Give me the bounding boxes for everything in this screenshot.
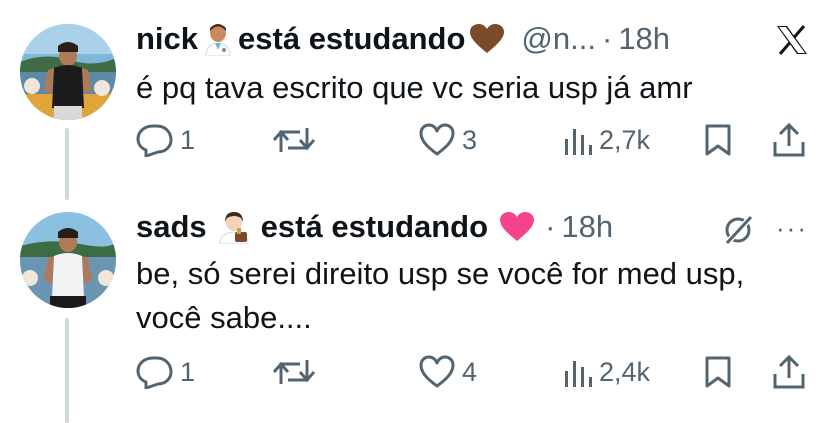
views-count: 2,7k [599, 124, 651, 155]
bookmark-icon [705, 124, 731, 156]
separator-dot: · [545, 209, 556, 244]
avatar[interactable] [20, 212, 116, 308]
avatar[interactable] [20, 24, 116, 120]
student-emoji-icon [217, 210, 251, 244]
like-button[interactable]: 3 [418, 120, 477, 160]
repost-button[interactable] [272, 352, 322, 392]
views-button[interactable]: 2,7k [563, 120, 650, 160]
bookmark-button[interactable] [703, 352, 733, 392]
reply-count: 1 [180, 356, 196, 387]
timestamp[interactable]: 18h [561, 209, 613, 245]
bookmark-icon [705, 356, 731, 388]
like-count: 4 [462, 356, 478, 387]
repost-icon [272, 128, 316, 152]
timestamp[interactable]: 18h [618, 21, 670, 57]
reply-button[interactable]: 1 [136, 120, 195, 160]
grok-icon[interactable] [718, 210, 758, 250]
tweet[interactable]: sads está estudando · 18h ··· be, só ser… [0, 200, 828, 423]
handle[interactable]: @n... [521, 21, 596, 57]
status-text: está estudando [260, 209, 489, 244]
brown-heart-icon [470, 24, 505, 54]
separator-dot: · [601, 21, 613, 56]
share-button[interactable] [772, 120, 806, 160]
bookmark-button[interactable] [703, 120, 733, 160]
pink-heart-icon [500, 212, 535, 242]
share-button[interactable] [772, 352, 806, 392]
tweet-text: é pq tava escrito que vc seria usp já am… [136, 70, 693, 105]
tweet[interactable]: nick está estudando @n... · 18h é pq tav… [0, 0, 828, 200]
tweet-header: nick está estudando @n... · 18h [136, 21, 670, 57]
reply-button[interactable]: 1 [136, 352, 195, 392]
x-logo-icon[interactable] [772, 20, 812, 60]
tweet-text: be, só serei direito usp se você for med… [136, 256, 745, 335]
heart-outline-icon [419, 123, 455, 156]
action-bar: 1 3 2,7k [136, 120, 812, 160]
views-button[interactable]: 2,4k [563, 352, 650, 392]
share-icon [773, 354, 805, 389]
repost-button[interactable] [272, 120, 322, 160]
views-chart-icon [565, 129, 592, 155]
like-count: 3 [462, 124, 478, 155]
views-chart-icon [565, 361, 592, 387]
thread: nick está estudando @n... · 18h é pq tav… [0, 0, 828, 423]
share-icon [773, 122, 805, 157]
health-worker-emoji-icon [203, 22, 233, 56]
reply-icon [136, 356, 173, 389]
heart-outline-icon [419, 355, 455, 388]
more-options-button[interactable]: ··· [772, 210, 812, 246]
views-count: 2,4k [599, 356, 651, 387]
status-text: está estudando [238, 21, 466, 56]
display-name[interactable]: sads [136, 209, 207, 245]
repost-icon [272, 360, 316, 384]
like-button[interactable]: 4 [418, 352, 477, 392]
action-bar: 1 4 2,4k [136, 352, 812, 392]
reply-icon [136, 124, 173, 157]
display-name[interactable]: nick [136, 21, 198, 57]
tweet-header: sads está estudando · 18h [136, 209, 613, 245]
reply-count: 1 [180, 124, 196, 155]
